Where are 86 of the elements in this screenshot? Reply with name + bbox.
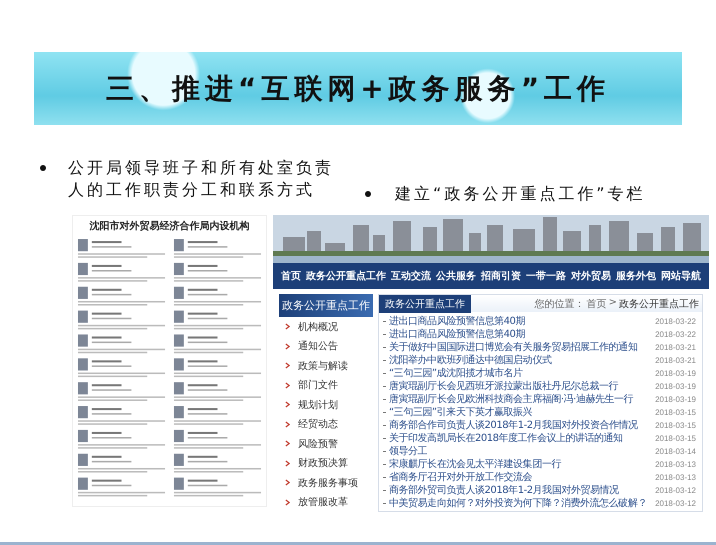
list-dash (383, 425, 386, 426)
breadcrumb-separator: > (608, 296, 617, 310)
nav-link[interactable]: 对外贸易 (571, 269, 611, 283)
breadcrumb-link[interactable]: 首页 (586, 296, 607, 310)
news-date: 2018-03-14 (655, 447, 696, 456)
nav-link[interactable]: 互动交流 (391, 269, 431, 283)
nav-link[interactable]: 服务外包 (616, 269, 656, 283)
list-dash (383, 477, 386, 478)
list-dash (383, 373, 386, 374)
bullet-icon (365, 191, 371, 197)
news-link[interactable]: 进出口商品风险预警信息第40期 (389, 328, 652, 341)
news-link[interactable]: 关于做好中国国际进口博览会有关服务贸易招展工作的通知 (389, 341, 652, 354)
chevron-icon (285, 342, 290, 350)
nav-link[interactable]: 招商引资 (481, 269, 521, 283)
list-dash (383, 503, 386, 504)
news-date: 2018-03-19 (655, 382, 696, 391)
news-date: 2018-03-13 (655, 473, 696, 482)
list-dash (383, 347, 386, 348)
nav-link[interactable]: 一带一路 (526, 269, 566, 283)
news-link[interactable]: 沈阳举办中欧班列通达中德国启动仪式 (389, 354, 652, 367)
news-date: 2018-03-15 (655, 434, 696, 443)
list-dash (383, 360, 386, 361)
news-date: 2018-03-19 (655, 369, 696, 378)
list-dash (383, 464, 386, 465)
list-dash (383, 438, 386, 439)
list-dash (383, 412, 386, 413)
news-date: 2018-03-12 (655, 499, 696, 508)
bullet-text: 公开局领导班子和所有处室负责人的工作职责分工和联系方式 (68, 157, 335, 201)
list-dash (383, 386, 386, 387)
sidebar-item[interactable]: 经贸动态 (279, 414, 373, 434)
news-link[interactable]: 关于印发高凯局长在2018年度工作会议上的讲话的通知 (389, 432, 652, 445)
list-dash (383, 321, 386, 322)
slide-title: 三、推进“互联网+政务服务”工作 (106, 70, 610, 106)
news-date: 2018-03-21 (655, 343, 696, 352)
sidebar-item[interactable]: 政务服务事项 (279, 473, 373, 492)
news-link[interactable]: 商务部外贸司负责人谈2018年1-2月我国对外贸易情况 (389, 484, 652, 497)
sidebar-item[interactable]: 风险预警 (279, 434, 373, 454)
news-date: 2018-03-21 (655, 356, 696, 365)
sidebar-item[interactable]: 放管服改革 (279, 492, 373, 512)
sidebar-item[interactable]: 机构概况 (279, 317, 373, 336)
bullet-text: 建立“政务公开重点工作”专栏 (395, 183, 646, 205)
chevron-icon (285, 460, 290, 467)
chevron-icon (285, 420, 290, 428)
news-link[interactable]: “三句三园”成沈阳揽才城市名片 (389, 367, 652, 380)
bullet-icon (40, 165, 46, 171)
chevron-icon (285, 323, 290, 330)
news-link[interactable]: 商务部合作司负责人谈2018年1-2月我国对外投资合作情况 (389, 419, 652, 432)
chevron-icon (285, 479, 290, 486)
news-link[interactable]: 中美贸易走向如何？对外投资为何下降？消费外流怎么破解？ (389, 497, 652, 510)
sidebar-item[interactable]: 财政预决算 (279, 454, 373, 473)
nav-link[interactable]: 政务公开重点工作 (306, 269, 386, 283)
news-link[interactable]: 领导分工 (389, 445, 652, 458)
nav-link[interactable]: 首页 (281, 269, 301, 283)
chevron-icon (285, 362, 290, 370)
sidebar-item[interactable]: 部门文件 (279, 376, 373, 395)
news-date: 2018-03-22 (655, 330, 696, 339)
news-date: 2018-03-22 (655, 317, 696, 326)
list-dash (383, 490, 386, 491)
news-date: 2018-03-15 (655, 421, 696, 430)
chevron-icon (285, 440, 290, 448)
news-date: 2018-03-15 (655, 408, 696, 417)
nav-link[interactable]: 网站导航 (661, 269, 701, 283)
news-date: 2018-03-12 (655, 486, 696, 495)
news-link[interactable]: 省商务厅召开对外开放工作交流会 (389, 471, 652, 484)
sidebar-item[interactable]: 通知公告 (279, 336, 373, 356)
breadcrumb-label: 您的位置： (534, 298, 585, 310)
news-date: 2018-03-19 (655, 395, 696, 404)
chevron-icon (285, 401, 290, 408)
nav-link[interactable]: 公共服务 (436, 269, 476, 283)
news-link[interactable]: “三句三园”引来天下英才赢取振兴 (389, 406, 652, 419)
chevron-icon (285, 382, 290, 389)
news-link[interactable]: 唐寅琨副厅长会见西班牙派拉蒙出版社丹尼尔总裁一行 (389, 380, 652, 393)
news-link[interactable]: 进出口商品风险预警信息第40期 (389, 315, 652, 328)
breadcrumb-current: 政务公开重点工作 (619, 298, 699, 310)
news-date: 2018-03-13 (655, 460, 696, 469)
sidebar-item[interactable]: 规划计划 (279, 395, 373, 414)
chevron-icon (285, 498, 290, 506)
sidebar-heading: 政务公开重点工作 (279, 294, 373, 317)
list-dash (383, 399, 386, 400)
news-link[interactable]: 唐寅琨副厅长会见欧洲科技商会主席福阁·冯·迪赫先生一行 (389, 393, 652, 406)
sidebar-item[interactable]: 政策与解读 (279, 356, 373, 376)
document-title: 沈阳市对外贸易经济合作局内设机构 (90, 219, 250, 233)
list-dash (383, 334, 386, 335)
news-link[interactable]: 宋康麒厅长在沈会见太平洋建设集团一行 (389, 458, 652, 471)
list-dash (383, 451, 386, 452)
panel-title: 政务公开重点工作 (379, 294, 471, 312)
